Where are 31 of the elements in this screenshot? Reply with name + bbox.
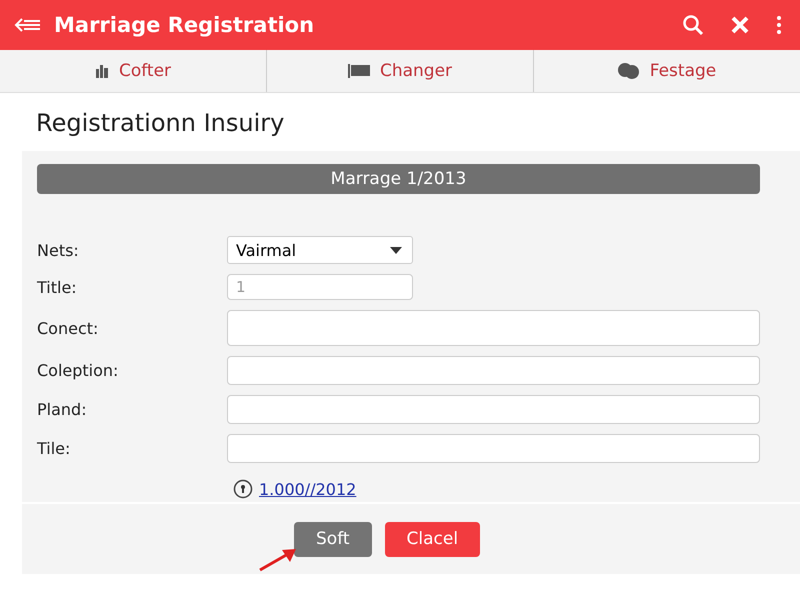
action-button[interactable]: Soft xyxy=(294,522,372,556)
page-heading: Registrationn Insuiry xyxy=(35,108,286,139)
field-label: Tile: xyxy=(37,439,72,458)
input-field[interactable] xyxy=(227,434,760,463)
field-label: Coleption: xyxy=(37,361,120,380)
cloud-icon xyxy=(618,62,640,80)
input-field[interactable]: 1 xyxy=(227,274,413,300)
field-label: Conect: xyxy=(37,318,100,338)
section-bar: Marrage 1/2013 xyxy=(37,164,760,194)
action-button[interactable]: Clacel xyxy=(384,522,480,556)
input-field[interactable] xyxy=(227,395,760,424)
more-icon[interactable] xyxy=(776,15,782,35)
field-label: Nets: xyxy=(37,240,80,260)
info-icon xyxy=(233,479,253,499)
tab[interactable]: Changer xyxy=(267,50,534,92)
search-icon[interactable] xyxy=(682,14,704,36)
close-icon[interactable] xyxy=(730,15,750,35)
bar-chart-icon xyxy=(94,64,109,78)
flag-icon xyxy=(348,64,370,78)
tab[interactable]: Festage xyxy=(534,50,800,92)
input-field[interactable] xyxy=(227,356,760,385)
pointer-arrow-icon xyxy=(258,546,298,572)
caret-icon xyxy=(390,246,402,254)
tab[interactable]: Cofter xyxy=(0,50,267,92)
date-link[interactable]: 1.000//2012 xyxy=(259,480,356,498)
back-arrow-icon[interactable] xyxy=(14,17,42,33)
dropdown[interactable]: Vairmal xyxy=(227,236,413,264)
field-label: Pland: xyxy=(37,400,88,419)
field-label: Title: xyxy=(37,278,78,296)
input-field[interactable] xyxy=(227,310,760,346)
app-title: Marriage Registration xyxy=(54,13,314,37)
